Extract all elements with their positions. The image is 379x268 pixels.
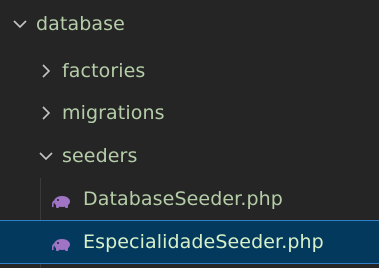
tree-item-database-folder[interactable]: database [0,3,379,45]
tree-item-seeders-folder[interactable]: seeders [0,135,379,177]
file-explorer-tree: database factories migrations seeders Da… [0,0,379,268]
tree-item-factories-folder[interactable]: factories [0,50,379,92]
chevron-down-icon [38,148,54,164]
tree-item-label: DatabaseSeeder.php [83,188,283,210]
php-elephant-icon [51,192,72,208]
tree-item-label: EspecialidadeSeeder.php [83,231,324,253]
tree-item-label: factories [62,60,146,82]
chevron-right-icon [38,105,54,121]
tree-item-label: seeders [62,145,138,167]
chevron-down-icon [12,16,28,32]
tree-item-especialidade-seeder-file[interactable]: EspecialidadeSeeder.php [0,220,379,264]
tree-item-label: database [36,13,125,35]
tree-item-label: migrations [62,102,165,124]
tree-item-database-seeder-file[interactable]: DatabaseSeeder.php [0,178,379,220]
chevron-right-icon [38,63,54,79]
php-elephant-icon [51,235,72,251]
tree-item-migrations-folder[interactable]: migrations [0,92,379,134]
